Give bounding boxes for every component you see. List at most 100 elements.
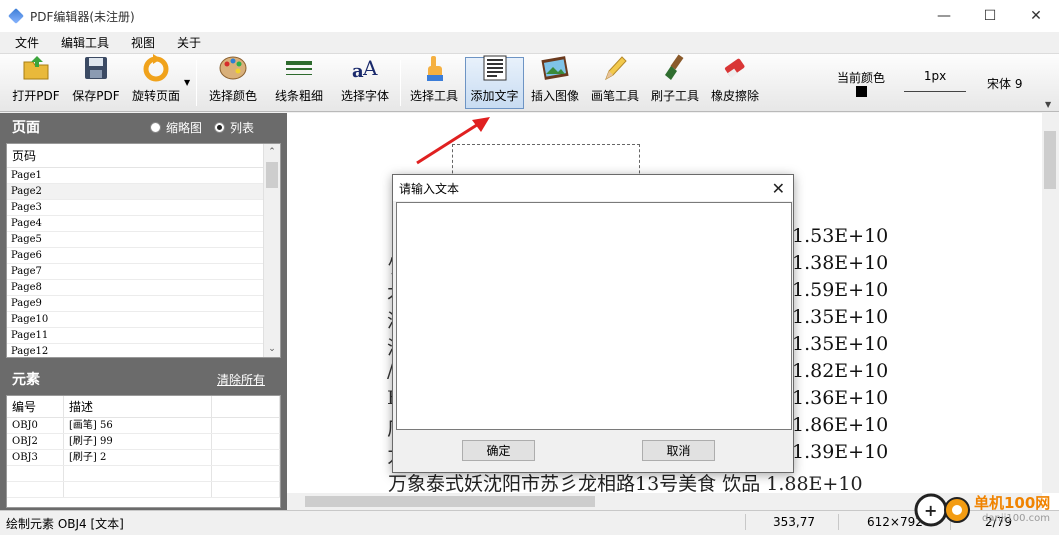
menu-bar: 文件 编辑工具 视图 关于 <box>0 32 1059 54</box>
element-list-row[interactable]: OBJ2 [刷子] 99 <box>7 434 280 450</box>
menu-file[interactable]: 文件 <box>4 32 50 54</box>
left-pane: 页面 缩略图 列表 页码 Page1 Page2 Page3 Page4 Page5 Pa… <box>0 113 287 510</box>
document-vertical-scrollbar[interactable] <box>1042 113 1059 493</box>
element-list-empty-row <box>7 466 280 482</box>
maximize-button[interactable]: ☐ <box>967 0 1013 32</box>
document-value: 1.39E+10 <box>792 441 889 463</box>
element-list-empty-row <box>7 482 280 498</box>
element-list-header: 编号 描述 <box>7 396 280 418</box>
line-width-value[interactable]: 1px <box>904 69 966 83</box>
page-list-item[interactable]: Page4 <box>7 216 280 232</box>
menu-edit-tools[interactable]: 编辑工具 <box>50 32 120 54</box>
rotate-dropdown-icon[interactable]: ▼ <box>184 78 190 87</box>
app-icon <box>8 8 24 24</box>
brush-tool-button[interactable]: 刷子工具 <box>646 54 704 109</box>
toolbar-overflow-icon[interactable]: ▼ <box>1045 100 1051 109</box>
page-list-item[interactable]: Page7 <box>7 264 280 280</box>
scroll-up-icon[interactable]: ⌃ <box>264 144 280 160</box>
palette-icon <box>218 53 248 83</box>
input-text-dialog: 请输入文本 ✕ 确定 取消 <box>392 174 794 473</box>
document-value: 1.86E+10 <box>792 414 889 436</box>
pen-tool-button[interactable]: 画笔工具 <box>586 56 644 109</box>
insert-image-button[interactable]: 插入图像 <box>526 56 584 109</box>
image-icon <box>540 53 570 83</box>
page-list-item[interactable]: Page9 <box>7 296 280 312</box>
thumbnail-view-radio[interactable]: 缩略图 <box>150 119 202 136</box>
svg-text:+: + <box>924 501 937 520</box>
watermark-url: danji100.com <box>982 513 1050 524</box>
element-id: OBJ3 <box>7 450 64 465</box>
red-arrow-annotation <box>416 117 490 165</box>
save-pdf-button[interactable]: 保存PDF <box>68 57 124 109</box>
folder-open-icon <box>21 53 51 83</box>
watermark-text: 单机100网 <box>974 494 1051 512</box>
floppy-disk-icon <box>81 53 111 83</box>
eraser-button[interactable]: 橡皮擦除 <box>706 57 764 109</box>
select-tool-button[interactable]: 选择工具 <box>405 56 463 109</box>
line-width-icon <box>284 53 314 83</box>
pencil-icon <box>600 53 630 83</box>
font-icon: aA <box>350 53 380 83</box>
element-list-row[interactable]: OBJ0 [画笔] 56 <box>7 418 280 434</box>
dialog-title-bar: 请输入文本 ✕ <box>393 175 793 201</box>
svg-text:A: A <box>362 56 378 80</box>
eraser-icon <box>720 53 750 83</box>
page-list-item[interactable]: Page8 <box>7 280 280 296</box>
element-list[interactable]: 编号 描述 OBJ0 [画笔] 56 OBJ2 [刷子] 99 OBJ3 [刷子] 2 <box>6 395 281 508</box>
document-value: 1.38E+10 <box>792 252 889 274</box>
elements-panel-header: 元素 清除所有 <box>0 365 287 393</box>
menu-about[interactable]: 关于 <box>166 32 212 54</box>
menu-view[interactable]: 视图 <box>120 32 166 54</box>
dialog-title: 请输入文本 <box>399 181 460 196</box>
line-width-preview <box>904 91 966 92</box>
ok-button[interactable]: 确定 <box>462 440 535 461</box>
dialog-close-icon[interactable]: ✕ <box>772 179 785 198</box>
minimize-button[interactable]: — <box>921 0 967 32</box>
page-list-item[interactable]: Page12 <box>7 344 280 357</box>
document-value: 1.53E+10 <box>792 225 889 247</box>
page-list-item[interactable]: Page2 <box>7 184 280 200</box>
page-list-item[interactable]: Page6 <box>7 248 280 264</box>
window-title: PDF编辑器(未注册) <box>30 9 135 24</box>
current-font-value[interactable]: 宋体 9 <box>987 75 1022 92</box>
dialog-text-input[interactable] <box>396 202 792 430</box>
page-list-item[interactable]: Page10 <box>7 312 280 328</box>
element-description: [刷子] 99 <box>64 434 212 449</box>
page-list-item[interactable]: Page1 <box>7 168 280 184</box>
pick-font-button[interactable]: aA 选择字体 <box>336 56 394 109</box>
document-value: 1.36E+10 <box>792 387 889 409</box>
cancel-button[interactable]: 取消 <box>642 440 715 461</box>
page-list[interactable]: 页码 Page1 Page2 Page3 Page4 Page5 Page6 Page7 Pa… <box>6 143 281 358</box>
current-color-swatch[interactable] <box>856 86 867 97</box>
document-value: 1.35E+10 <box>792 306 889 328</box>
page-list-item[interactable]: Page11 <box>7 328 280 344</box>
open-pdf-button[interactable]: 打开PDF <box>8 56 64 109</box>
element-list-row[interactable]: OBJ3 [刷子] 2 <box>7 450 280 466</box>
text-document-icon <box>480 53 510 83</box>
pointer-hand-icon <box>419 53 449 83</box>
document-text-line: 万象泰式妖沈阳市苏彡龙相路13号美食 饮品 1.88E+10 <box>388 473 863 495</box>
pick-color-button[interactable]: 选择颜色 <box>205 56 261 109</box>
page-list-scrollbar[interactable]: ⌃ ⌄ <box>263 144 280 357</box>
element-description: [画笔] 56 <box>64 418 212 433</box>
rotate-page-button[interactable]: 旋转页面 <box>128 54 184 109</box>
rotate-icon <box>141 53 171 83</box>
element-id: OBJ2 <box>7 434 64 449</box>
clear-all-link[interactable]: 清除所有 <box>217 371 265 388</box>
close-button[interactable]: ✕ <box>1013 0 1059 32</box>
site-watermark: + 单机100网 danji100.com <box>911 488 1059 532</box>
scroll-down-icon[interactable]: ⌄ <box>264 341 280 357</box>
page-list-item[interactable]: Page3 <box>7 200 280 216</box>
document-value: 1.35E+10 <box>792 333 889 355</box>
page-list-header: 页码 <box>7 144 280 168</box>
status-bar: 绘制元素 OBJ4 [文本] 353,77 612×792 2/79 <box>0 510 1059 532</box>
page-list-item[interactable]: Page5 <box>7 232 280 248</box>
cursor-coordinates: 353,77 <box>773 515 815 529</box>
element-description: [刷子] 2 <box>64 450 212 465</box>
add-text-button[interactable]: 添加文字 <box>465 55 524 109</box>
element-id: OBJ0 <box>7 418 64 433</box>
current-color-label: 当前颜色 <box>837 71 886 85</box>
list-view-radio[interactable]: 列表 <box>214 119 254 136</box>
line-width-button[interactable]: 线条粗细 <box>270 57 328 109</box>
document-value: 1.59E+10 <box>792 279 889 301</box>
